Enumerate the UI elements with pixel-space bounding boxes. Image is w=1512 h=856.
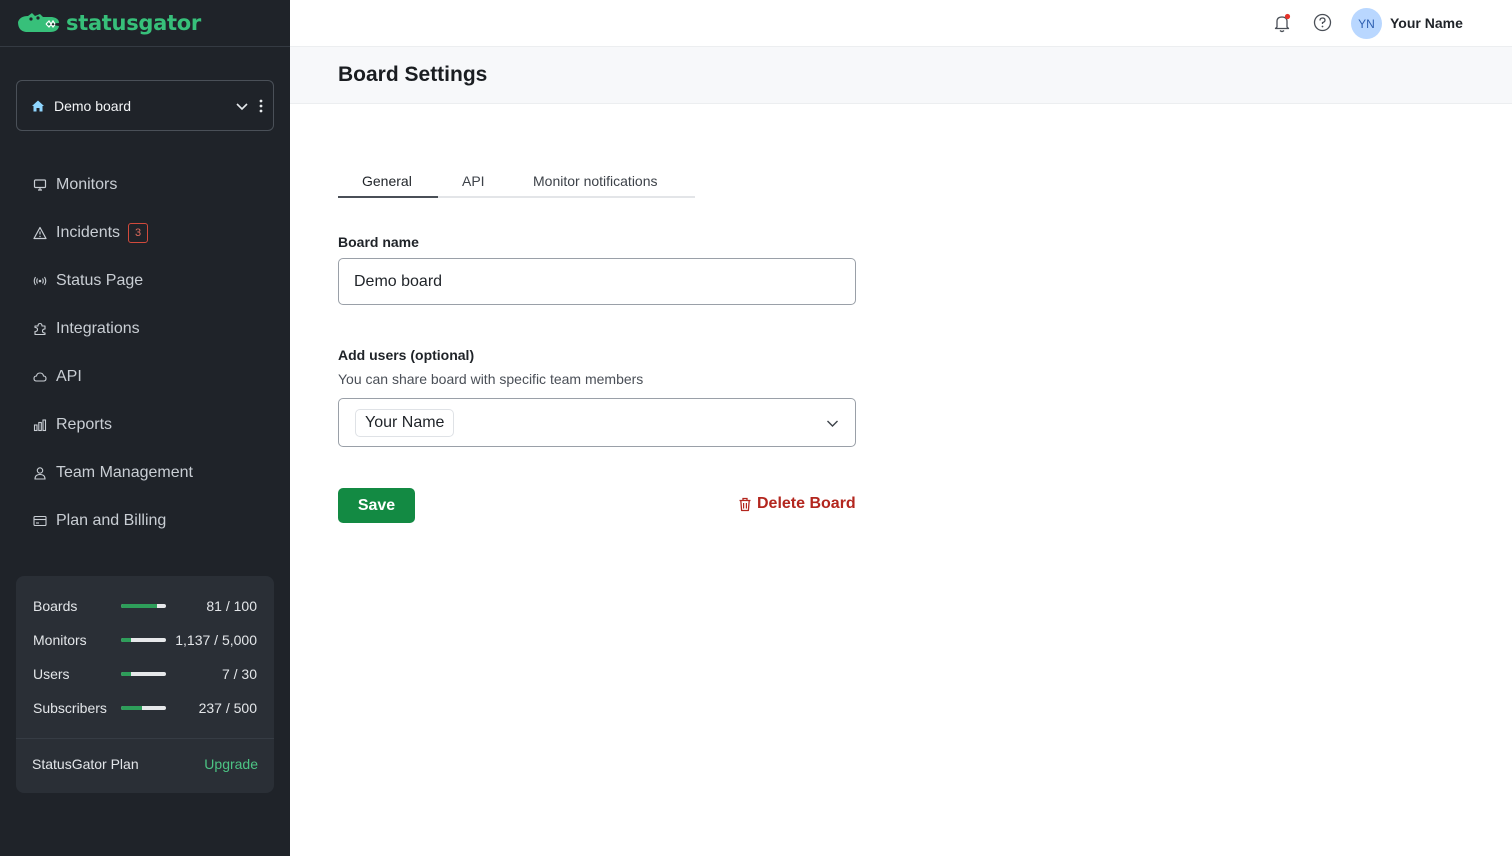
usage-bar <box>121 706 166 710</box>
top-bar: YN Your Name <box>290 0 1512 47</box>
sidebar-item-label: Plan and Billing <box>56 512 167 529</box>
trash-icon <box>739 497 751 511</box>
selected-user-chip[interactable]: Your Name <box>355 409 455 437</box>
more-vertical-icon[interactable] <box>259 99 263 113</box>
add-users-hint: You can share board with specific team m… <box>338 371 644 387</box>
usage-bar-fill <box>121 672 132 676</box>
divider <box>16 738 274 739</box>
delete-board-button[interactable]: Delete Board <box>738 495 856 513</box>
usage-bar-fill <box>121 706 143 710</box>
avatar[interactable]: YN <box>1351 8 1382 39</box>
usage-panel: Boards 81 / 100 Monitors 1,137 / 5,000 U… <box>16 576 274 793</box>
bell-icon[interactable] <box>1273 13 1291 33</box>
usage-value: 1,137 / 5,000 <box>175 632 257 648</box>
board-name-input[interactable] <box>338 258 856 305</box>
bar-chart-icon <box>33 419 47 432</box>
sidebar-item-label: Incidents <box>56 224 121 241</box>
usage-row-monitors: Monitors 1,137 / 5,000 <box>33 630 257 650</box>
usage-bar <box>121 638 166 642</box>
sidebar-item-label: Monitors <box>56 176 118 193</box>
active-tab-indicator <box>338 196 438 198</box>
sidebar-item-team-management[interactable]: Team Management <box>16 449 274 497</box>
sidebar-item-reports[interactable]: Reports <box>16 401 274 449</box>
brand-name: statusgator <box>66 11 201 35</box>
usage-label: Subscribers <box>33 700 107 716</box>
delete-board-label: Delete Board <box>757 495 856 512</box>
usage-label: Users <box>33 666 70 682</box>
usage-bar-fill <box>121 604 158 608</box>
usage-row-boards: Boards 81 / 100 <box>33 596 257 616</box>
usage-label: Boards <box>33 598 78 614</box>
monitor-icon <box>33 179 47 191</box>
sidebar-item-incidents[interactable]: Incidents 3 <box>16 209 274 257</box>
usage-bar <box>121 672 166 676</box>
cloud-icon <box>33 372 47 382</box>
usage-value: 237 / 500 <box>198 700 257 716</box>
broadcast-icon <box>33 276 47 286</box>
sidebar-nav: Monitors Incidents 3 Status Page Integra… <box>16 161 274 545</box>
home-icon <box>32 100 44 111</box>
usage-bar <box>121 604 166 608</box>
chevron-down-icon[interactable] <box>235 99 249 113</box>
puzzle-icon <box>34 322 46 336</box>
sidebar-item-label: Integrations <box>56 320 140 337</box>
sidebar-item-label: API <box>56 368 82 385</box>
board-name-label: Board name <box>338 234 419 250</box>
user-icon <box>34 467 46 480</box>
help-icon[interactable] <box>1313 13 1332 32</box>
upgrade-link[interactable]: Upgrade <box>204 756 258 772</box>
sidebar-item-label: Reports <box>56 416 113 433</box>
tab-monitor-notifications[interactable]: Monitor notifications <box>533 173 658 189</box>
sidebar-item-status-page[interactable]: Status Page <box>16 257 274 305</box>
plan-name: StatusGator Plan <box>32 756 139 772</box>
sidebar-item-api[interactable]: API <box>16 353 274 401</box>
alligator-logo-icon <box>18 13 59 32</box>
add-users-label: Add users (optional) <box>338 347 475 363</box>
logo[interactable]: statusgator <box>0 0 290 47</box>
warning-icon <box>33 226 47 240</box>
board-selector[interactable]: Demo board <box>16 80 274 131</box>
incidents-count-badge: 3 <box>128 223 149 243</box>
usage-value: 81 / 100 <box>206 598 257 614</box>
page-title: Board Settings <box>338 63 488 86</box>
save-button[interactable]: Save <box>338 488 415 523</box>
sidebar-item-integrations[interactable]: Integrations <box>16 305 274 353</box>
plan-row: StatusGator Plan Upgrade <box>32 756 258 772</box>
usage-row-subscribers: Subscribers 237 / 500 <box>33 698 257 718</box>
sidebar: statusgator Demo board Monitors Incident… <box>0 0 290 856</box>
board-selector-label: Demo board <box>54 97 132 114</box>
usage-row-users: Users 7 / 30 <box>33 664 257 684</box>
sidebar-item-label: Status Page <box>56 272 144 289</box>
chevron-down-icon[interactable] <box>826 417 839 430</box>
tab-general[interactable]: General <box>362 173 412 189</box>
sidebar-item-label: Team Management <box>56 464 193 481</box>
usage-value: 7 / 30 <box>221 666 257 682</box>
credit-card-icon <box>33 515 47 527</box>
tab-api[interactable]: API <box>462 173 485 189</box>
settings-tabs: General API Monitor notifications <box>338 166 695 198</box>
sidebar-item-monitors[interactable]: Monitors <box>16 161 274 209</box>
sidebar-item-plan-and-billing[interactable]: Plan and Billing <box>16 497 274 545</box>
users-select[interactable]: Your Name <box>338 398 856 447</box>
usage-bar-fill <box>121 638 132 642</box>
page-header: Board Settings <box>290 47 1512 104</box>
user-name[interactable]: Your Name <box>1390 15 1463 31</box>
usage-label: Monitors <box>33 632 87 648</box>
